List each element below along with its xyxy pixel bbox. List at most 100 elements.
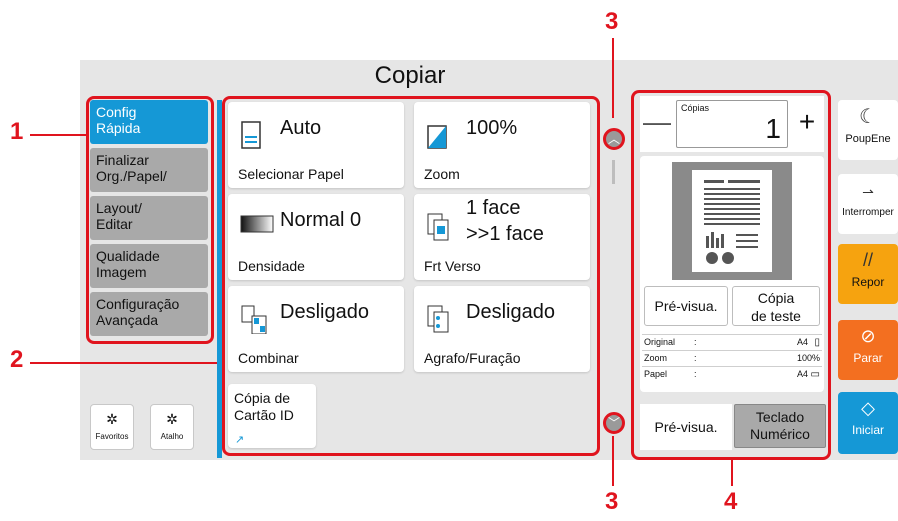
info-key: Papel — [644, 369, 668, 379]
preview-button[interactable]: Pré-visua. — [644, 286, 728, 326]
energy-saver-button[interactable]: ☾ PoupEne — [838, 100, 898, 160]
menu-item-label: Org./Papel/ — [96, 168, 167, 184]
chevron-down-icon: ﹀ — [607, 416, 620, 430]
reset-button[interactable]: // Repor — [838, 244, 898, 304]
start-button[interactable]: ◇ Iniciar — [838, 392, 898, 454]
density-icon — [240, 215, 274, 233]
menu-item-label: Editar — [96, 216, 133, 232]
info-value: A4 — [796, 369, 808, 379]
callout-3-bottom: 3 — [605, 488, 619, 515]
stop-button[interactable]: ⊘ Parar — [838, 320, 898, 380]
copies-value: 1 — [765, 113, 781, 144]
tile-value: Desligado — [280, 301, 369, 323]
start-icon: ◇ — [861, 398, 875, 418]
menu-item-config-rapida[interactable]: Config Rápida — [90, 100, 208, 144]
gear-icon: ✲ — [106, 411, 118, 427]
test-copy-label-1: Cópia — [757, 290, 795, 306]
tab-preview[interactable]: Pré-visua. — [640, 404, 732, 450]
info-key: Zoom — [644, 353, 668, 363]
tile-shortcut-label: Cópia de Cartão ID — [234, 390, 294, 424]
atalho-button[interactable]: ✲ Atalho — [150, 404, 194, 450]
atalho-label: Atalho — [160, 432, 184, 441]
info-sep: : — [694, 353, 697, 363]
reset-icon: // — [862, 250, 873, 270]
menu-item-label: Finalizar — [96, 152, 149, 168]
callout-4: 4 — [724, 488, 738, 515]
menu-item-configuracao[interactable]: Configuração Avançada — [90, 292, 208, 336]
tile-zoom[interactable]: 100% Zoom — [414, 102, 590, 188]
menu-item-finalizar[interactable]: Finalizar Org./Papel/ — [90, 148, 208, 192]
callout-3-bottom-line — [612, 436, 614, 486]
minus-button[interactable]: — — [640, 96, 674, 152]
tile-densidade[interactable]: Normal 0 Densidade — [228, 194, 404, 280]
tile-caption: Frt Verso — [424, 258, 481, 274]
tile-combinar[interactable]: Desligado Combinar — [228, 286, 404, 372]
info-value: A4 — [796, 337, 808, 347]
copies-field[interactable]: Cópias 1 — [676, 100, 788, 148]
moon-icon: ☾ — [859, 106, 877, 128]
zoom-icon — [427, 125, 447, 149]
energy-saver-label: PoupEne — [845, 133, 891, 145]
info-sep: : — [694, 369, 697, 379]
page-title: Copiar — [374, 62, 446, 89]
scroll-up-button[interactable]: ︿ — [603, 128, 625, 150]
tile-caption: Zoom — [424, 166, 460, 182]
menu-item-qualidade[interactable]: Qualidade Imagem — [90, 244, 208, 288]
callout-2-line — [30, 362, 222, 364]
chevron-up-icon: ︿ — [607, 132, 620, 146]
menu-item-label: Qualidade — [96, 248, 160, 264]
copies-stepper: — Cópias 1 + — [640, 96, 824, 152]
test-copy-label-2: de teste — [751, 308, 801, 324]
info-key: Original — [644, 337, 676, 347]
favoritos-button[interactable]: ✲ Favoritos — [90, 404, 134, 450]
stop-label: Parar — [853, 351, 883, 365]
start-label: Iniciar — [851, 423, 884, 437]
tile-caption: Selecionar Papel — [238, 166, 344, 182]
tile-agrafo-furacao[interactable]: Desligado Agrafo/Furação — [414, 286, 590, 372]
paper-icon — [241, 121, 261, 149]
interrupt-icon: ⇀ — [862, 184, 874, 200]
menu-item-label: Configuração — [96, 296, 180, 312]
menu-item-label: Imagem — [96, 264, 147, 280]
copies-label: Cópias — [681, 103, 710, 113]
callout-2: 2 — [10, 346, 24, 373]
tile-copia-cartao-id[interactable]: Cópia de Cartão ID ↗ — [228, 384, 316, 448]
scroll-down-button[interactable]: ﹀ — [603, 412, 625, 434]
tile-value-1: Cópia de — [234, 390, 291, 406]
shortcut-arrow-icon: ↗ — [235, 434, 245, 446]
info-row-zoom: Zoom : 100% — [642, 350, 822, 365]
tile-value-2: Cartão ID — [234, 407, 294, 423]
reset-label: Repor — [851, 275, 885, 289]
menu-item-label: Avançada — [96, 312, 159, 328]
gear-icon: ✲ — [166, 411, 178, 427]
interrupt-label: Interromper — [842, 207, 894, 218]
tile-value: Auto — [280, 117, 322, 139]
tile-value: Desligado — [466, 301, 555, 323]
tab-numeric-keypad[interactable]: Teclado Numérico — [734, 404, 826, 448]
menu-item-label: Layout/ — [96, 200, 142, 216]
tile-selecionar-papel[interactable]: Auto Selecionar Papel — [228, 102, 404, 188]
info-row-papel: Papel : A4 ▭ — [642, 366, 822, 381]
menu-item-label: Config — [96, 104, 137, 120]
callout-3-top-line — [612, 38, 614, 118]
test-copy-button[interactable]: Cópia de teste — [732, 286, 820, 326]
document-thumbnail — [672, 162, 792, 280]
info-row-original: Original : A4 ▯ — [642, 334, 822, 349]
tile-frt-verso[interactable]: 1 face >>1 face Frt Verso — [414, 194, 590, 280]
interrupt-button[interactable]: ⇀ Interromper — [838, 174, 898, 234]
duplex-icon — [427, 213, 449, 241]
combine-icon — [241, 305, 267, 334]
portrait-icon: ▯ — [814, 337, 820, 348]
tab-keypad-label-2: Numérico — [750, 426, 810, 442]
tile-caption: Combinar — [238, 350, 299, 366]
tile-value-2: >>1 face — [466, 223, 544, 245]
callout-1-line — [30, 134, 88, 136]
callout-4-line — [731, 460, 733, 486]
plus-button[interactable]: + — [790, 96, 824, 152]
callout-1: 1 — [10, 118, 24, 145]
menu-item-layout[interactable]: Layout/ Editar — [90, 196, 208, 240]
favoritos-label: Favoritos — [95, 432, 129, 441]
tile-caption: Densidade — [238, 258, 305, 274]
scrollbar-thumb[interactable] — [612, 160, 615, 184]
info-sep: : — [694, 337, 697, 347]
